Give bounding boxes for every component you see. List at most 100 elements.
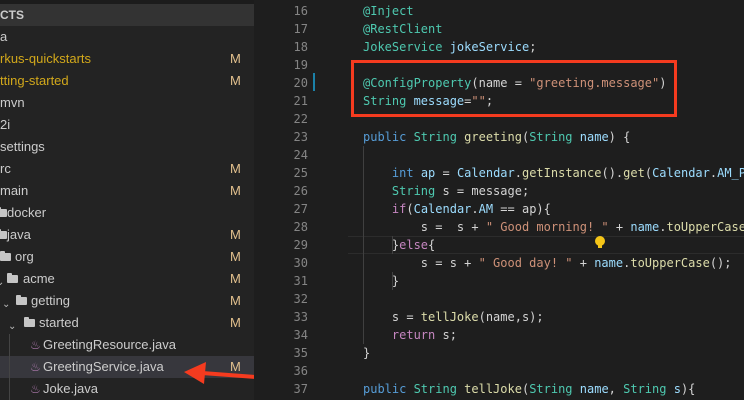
tree-item[interactable]: rkus-quickstarts M — [0, 48, 254, 70]
tree-item[interactable]: ♨ GreetingResource.java — [0, 334, 254, 356]
folder-icon — [0, 207, 7, 217]
code-line[interactable]: } — [363, 272, 399, 290]
tree-item-label: a — [0, 29, 8, 44]
line-number: 20 — [293, 76, 308, 90]
indent-guide — [392, 236, 393, 254]
line-number: 18 — [293, 40, 308, 54]
code-line[interactable]: return s; — [363, 326, 457, 344]
git-status-badge: M — [230, 315, 241, 330]
code-token: s = message; — [442, 184, 530, 198]
code-token: } — [363, 238, 400, 252]
code-line[interactable]: public String greeting(String name) { — [363, 128, 630, 146]
code-token: } — [363, 346, 371, 360]
code-line[interactable]: int ap = Calendar.getInstance().get(Cale… — [363, 164, 744, 182]
tree-item[interactable]: rc M — [0, 158, 254, 180]
line-number: 24 — [293, 148, 308, 162]
line-number: 21 — [293, 94, 308, 108]
tree-item[interactable]: java M — [0, 224, 254, 246]
line-number: 22 — [293, 112, 308, 126]
tree-item-label: main — [0, 183, 29, 198]
folder-icon — [0, 229, 7, 239]
code-token: s — [673, 382, 681, 396]
tree-item[interactable]: a — [0, 26, 254, 48]
tree-item-label: getting — [31, 293, 71, 308]
tree-item[interactable]: ⌄ started M — [0, 312, 254, 334]
code-token: public — [363, 382, 414, 396]
tree-item-label: org — [15, 249, 34, 264]
tree-item[interactable]: mvn — [0, 92, 254, 114]
line-number: 36 — [293, 364, 308, 378]
tree-item[interactable]: main M — [0, 180, 254, 202]
code-line[interactable]: }else{ — [363, 236, 435, 254]
code-line[interactable]: } — [363, 344, 370, 362]
tree-item[interactable]: docker — [0, 202, 254, 224]
tree-item-label: mvn — [0, 95, 25, 110]
code-token: . — [471, 202, 479, 216]
lightbulb-icon[interactable] — [595, 236, 605, 248]
code-token: . — [514, 166, 522, 180]
tree-item[interactable]: org M — [0, 246, 254, 268]
highlight-annotation-box — [351, 60, 677, 117]
code-token: toUpperCase — [630, 256, 710, 270]
code-token: Calendar — [652, 166, 710, 180]
tree-item[interactable]: ⌄ getting M — [0, 290, 254, 312]
code-token: String — [391, 184, 443, 198]
git-status-badge: M — [230, 161, 241, 176]
code-token: s = s + — [363, 220, 486, 234]
java-file-icon: ♨ — [30, 360, 41, 374]
tree-item[interactable]: tting-started M — [0, 70, 254, 92]
line-number: 35 — [293, 346, 308, 360]
code-token: getInstance — [521, 166, 602, 180]
code-token: tellJoke — [420, 310, 479, 324]
tree-item[interactable]: 2i — [0, 114, 254, 136]
code-token: toUpperCase — [666, 220, 744, 234]
code-line[interactable]: if(Calendar.AM == ap){ — [363, 200, 551, 218]
line-number: 30 — [293, 256, 308, 270]
code-line[interactable]: s = tellJoke(name,s); — [363, 308, 544, 326]
code-token: s = — [363, 310, 421, 324]
line-number: 31 — [293, 274, 308, 288]
tree-item[interactable]: settings — [0, 136, 254, 158]
code-line[interactable]: s = s + " Good morning! " + name.toUpper… — [363, 218, 744, 236]
code-token: get — [623, 166, 645, 180]
code-token: @Inject — [363, 4, 414, 18]
code-token: public — [363, 130, 414, 144]
line-number: 32 — [293, 292, 308, 306]
git-status-badge: M — [230, 51, 241, 66]
tree-item-label: started — [39, 315, 79, 330]
code-line[interactable]: JokeService jokeService; — [363, 38, 536, 56]
git-change-indicator — [313, 73, 315, 91]
tree-item-label: rkus-quickstarts — [0, 51, 92, 66]
code-token: tellJoke — [464, 382, 522, 396]
code-token: = — [435, 166, 457, 180]
code-token: ) { — [608, 130, 631, 144]
tree-item-label: GreetingService.java — [43, 359, 164, 374]
line-number: 28 — [293, 220, 308, 234]
java-file-icon: ♨ — [30, 382, 41, 396]
tree-item[interactable]: ⌄ acme M — [0, 268, 254, 290]
code-token: return — [391, 328, 443, 342]
line-number: 27 — [293, 202, 308, 216]
code-token: ; — [529, 40, 537, 54]
indent-guide — [392, 272, 393, 290]
folder-icon — [7, 273, 18, 283]
explorer-section-header[interactable]: CTS — [0, 4, 254, 26]
line-number: 16 — [293, 4, 308, 18]
code-token: String — [529, 130, 580, 144]
code-line[interactable]: @RestClient — [363, 20, 442, 38]
code-line[interactable]: public String tellJoke(String name, Stri… — [363, 380, 695, 398]
code-token: (). — [601, 166, 624, 180]
line-number: 33 — [293, 310, 308, 324]
code-line[interactable]: String s = message; — [363, 182, 529, 200]
tree-item-label: docker — [7, 205, 47, 220]
code-token: , — [608, 382, 624, 396]
git-status-badge: M — [230, 227, 241, 242]
code-line[interactable]: @Inject — [363, 2, 414, 20]
code-token: String — [413, 382, 465, 396]
code-token: Calendar — [413, 202, 472, 216]
code-line[interactable]: s = s + " Good day! " + name.toUpperCase… — [363, 254, 732, 272]
line-number: 25 — [293, 166, 308, 180]
